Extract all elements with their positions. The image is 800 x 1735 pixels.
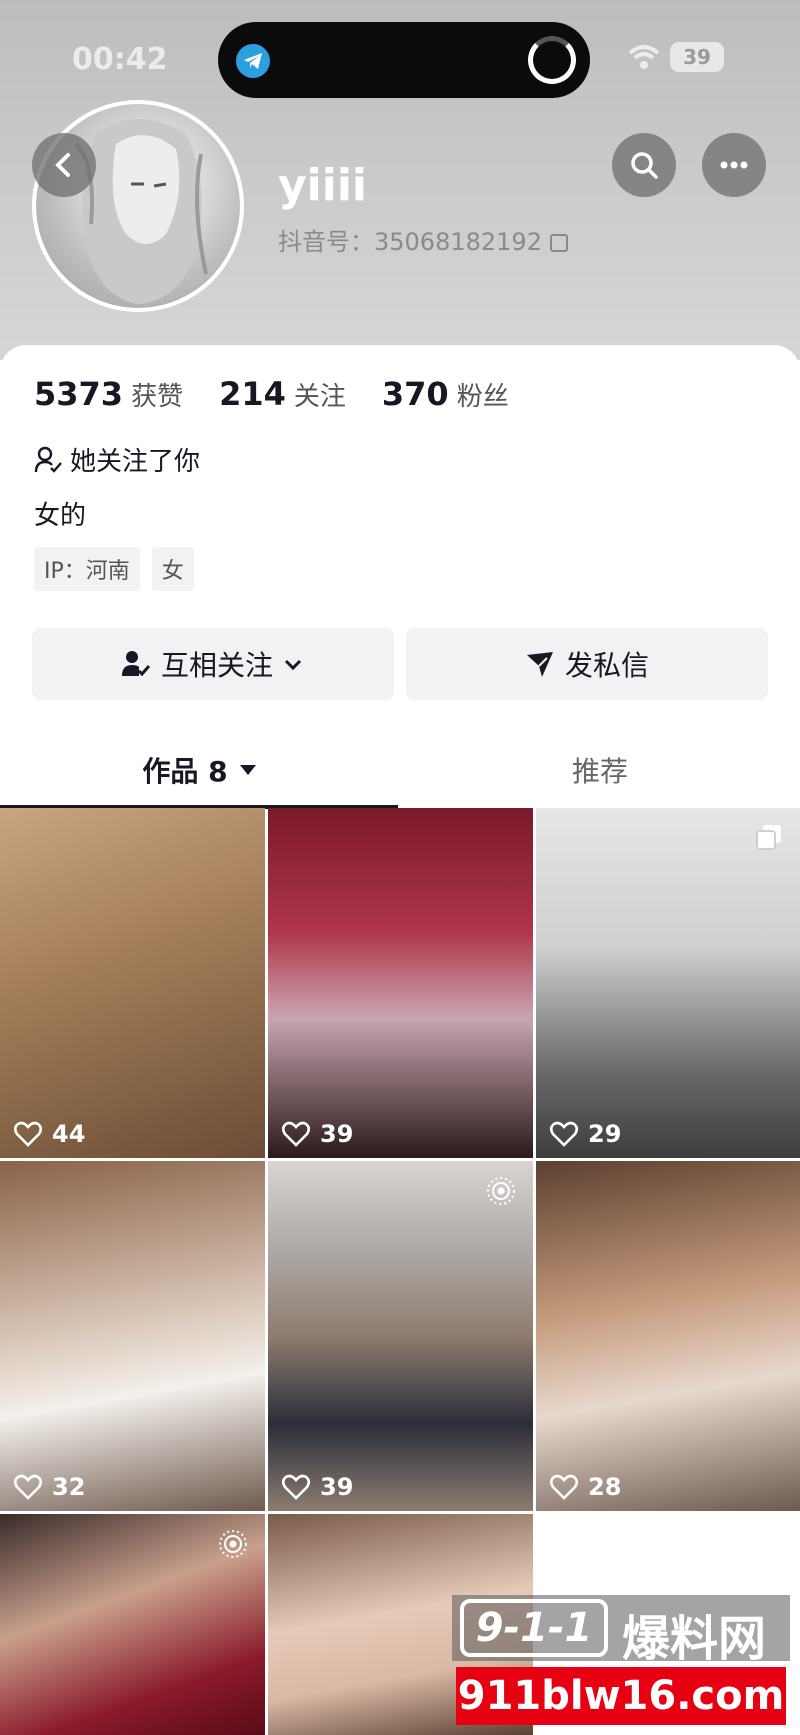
tab-works-label: 作品 8 bbox=[142, 755, 228, 788]
post-likes: 39 bbox=[282, 1120, 353, 1148]
post-tile[interactable]: 39 bbox=[268, 1161, 533, 1511]
post-likes-count: 29 bbox=[588, 1120, 622, 1148]
douyin-id-text: 抖音号：35068182192 bbox=[278, 228, 542, 256]
post-likes-count: 32 bbox=[52, 1473, 86, 1501]
heart-icon bbox=[282, 1474, 310, 1500]
watermark-logo: 9-1-1 bbox=[460, 1599, 608, 1657]
user-check-icon bbox=[121, 651, 151, 677]
stat-label: 关注 bbox=[293, 382, 346, 412]
back-button[interactable] bbox=[32, 133, 96, 197]
live-photo-icon bbox=[219, 1530, 247, 1558]
battery-indicator: 39 bbox=[670, 42, 724, 72]
content-tabs: 作品 8 推荐 bbox=[0, 730, 800, 810]
follows-you-text: 她关注了你 bbox=[70, 447, 201, 477]
watermark-name: 爆料网 bbox=[622, 1611, 767, 1667]
heart-icon bbox=[14, 1121, 42, 1147]
follows-you-indicator: 她关注了你 bbox=[34, 441, 200, 478]
username: yiiii bbox=[278, 160, 368, 211]
more-icon bbox=[720, 161, 748, 169]
post-likes-count: 39 bbox=[320, 1473, 354, 1501]
post-likes: 29 bbox=[550, 1120, 621, 1148]
post-tile[interactable]: 28 bbox=[536, 1161, 800, 1511]
mutual-follow-button[interactable]: 互相关注 bbox=[32, 628, 394, 700]
stat-label: 获赞 bbox=[131, 382, 184, 412]
watermark-url: 911blw16.com bbox=[456, 1667, 786, 1725]
stat-value: 370 bbox=[381, 375, 449, 413]
tags: IP：河南 女 bbox=[34, 547, 206, 591]
post-tile[interactable]: 32 bbox=[0, 1161, 265, 1511]
heart-icon bbox=[550, 1121, 578, 1147]
post-tile[interactable] bbox=[0, 1514, 265, 1735]
stats-row: 5373 获赞 214 关注 370 粉丝 bbox=[34, 375, 545, 413]
heart-icon bbox=[14, 1474, 42, 1500]
profile-header: 00:42 39 yiiii 抖音号：35068182192 bbox=[0, 0, 800, 360]
post-likes: 39 bbox=[282, 1473, 353, 1501]
profile-page: 00:42 39 yiiii 抖音号：35068182192 5373 获赞 2… bbox=[0, 0, 800, 1735]
post-tile[interactable]: 29 bbox=[536, 808, 800, 1158]
send-icon bbox=[526, 652, 553, 677]
post-likes: 44 bbox=[14, 1120, 85, 1148]
douyin-id[interactable]: 抖音号：35068182192 bbox=[278, 222, 568, 257]
loading-ring-icon bbox=[528, 36, 576, 84]
dynamic-island bbox=[218, 22, 590, 98]
avatar[interactable] bbox=[32, 100, 244, 312]
search-button[interactable] bbox=[612, 133, 676, 197]
wifi-icon bbox=[628, 45, 660, 69]
post-tile[interactable]: 39 bbox=[268, 808, 533, 1158]
search-icon bbox=[631, 152, 658, 179]
tag-gender: 女 bbox=[151, 547, 194, 591]
heart-icon bbox=[282, 1121, 310, 1147]
send-message-button[interactable]: 发私信 bbox=[406, 628, 768, 700]
mutual-follow-label: 互相关注 bbox=[160, 649, 273, 682]
stat-following[interactable]: 214 关注 bbox=[219, 375, 346, 413]
status-time: 00:42 bbox=[72, 42, 168, 77]
stat-likes[interactable]: 5373 获赞 bbox=[34, 375, 183, 413]
watermark: 9-1-1 爆料网 911blw16.com bbox=[452, 1595, 790, 1733]
tab-recommend[interactable]: 推荐 bbox=[400, 730, 800, 810]
stat-value: 214 bbox=[219, 375, 286, 413]
stat-value: 5373 bbox=[34, 375, 124, 413]
live-photo-icon bbox=[487, 1177, 515, 1205]
album-icon bbox=[756, 825, 781, 850]
tab-works[interactable]: 作品 8 bbox=[0, 730, 400, 810]
chevron-down-icon bbox=[284, 659, 302, 671]
post-likes-count: 28 bbox=[588, 1473, 622, 1501]
tag-ip: IP：河南 bbox=[34, 547, 140, 591]
more-button[interactable] bbox=[702, 133, 766, 197]
send-message-label: 发私信 bbox=[564, 649, 649, 682]
post-likes-count: 39 bbox=[320, 1120, 354, 1148]
chevron-left-icon bbox=[55, 153, 70, 177]
post-likes: 32 bbox=[14, 1473, 85, 1501]
bio: 女的 bbox=[34, 501, 87, 531]
copy-icon[interactable] bbox=[549, 234, 568, 252]
post-likes-count: 44 bbox=[52, 1120, 86, 1148]
user-check-icon bbox=[34, 446, 62, 473]
post-likes: 28 bbox=[550, 1473, 621, 1501]
telegram-icon bbox=[236, 44, 270, 78]
stat-label: 粉丝 bbox=[456, 382, 509, 412]
caret-down-icon bbox=[239, 765, 256, 775]
stat-followers[interactable]: 370 粉丝 bbox=[382, 375, 509, 413]
tab-recommend-label: 推荐 bbox=[571, 755, 628, 788]
post-tile[interactable]: 44 bbox=[0, 808, 265, 1158]
heart-icon bbox=[550, 1474, 578, 1500]
